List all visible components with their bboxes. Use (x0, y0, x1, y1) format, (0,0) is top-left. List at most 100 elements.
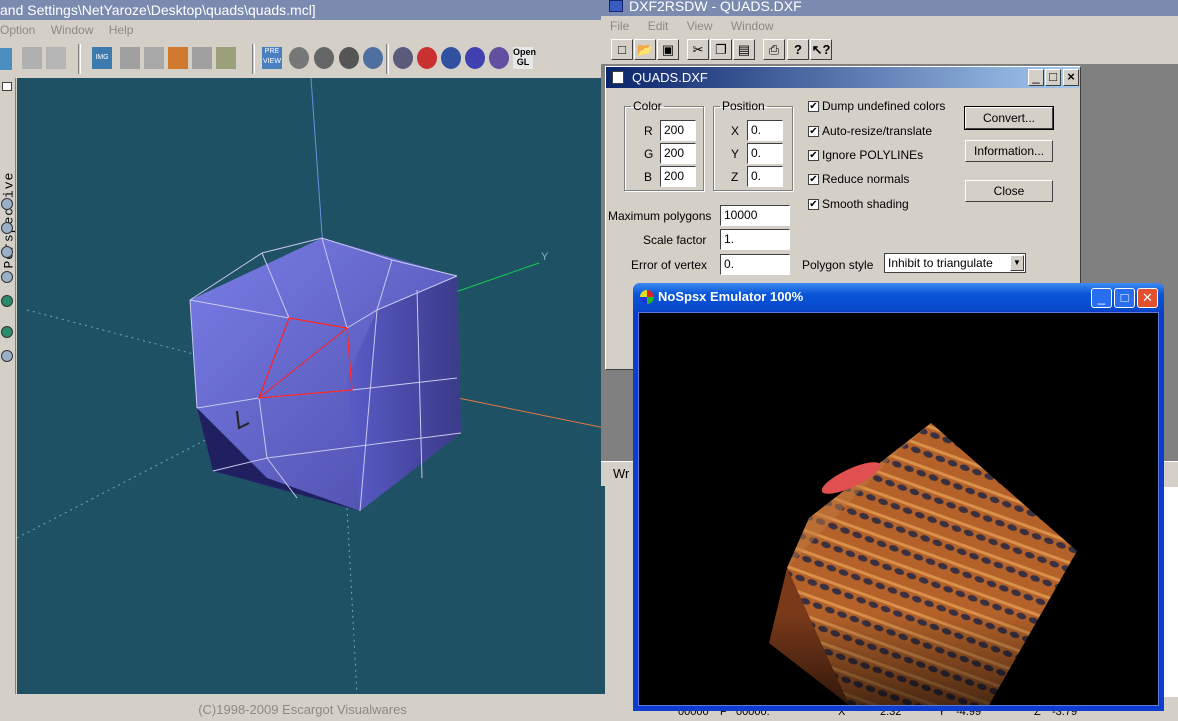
tool-remove-icon[interactable] (46, 47, 66, 69)
chevron-down-icon[interactable]: ▼ (1010, 255, 1024, 271)
convert-button[interactable]: Convert... (965, 107, 1053, 129)
tool-shape3-icon[interactable] (192, 47, 212, 69)
y-input[interactable]: 0. (747, 143, 783, 164)
help-icon[interactable]: ? (787, 39, 809, 60)
preview-icon[interactable]: PRE VIEW (262, 47, 282, 69)
tool-icon-1[interactable] (0, 48, 12, 70)
smooth-shading-label: Smooth shading (822, 197, 909, 211)
context-help-icon[interactable]: ↖? (810, 39, 832, 60)
modeler-menu-bar: Option Window Help (0, 20, 605, 40)
3d-viewport[interactable]: Y (16, 77, 606, 695)
cut-icon[interactable]: ✂ (687, 39, 709, 60)
smooth-shading-checkbox[interactable]: ✔ (808, 199, 819, 210)
close-button[interactable]: ✕ (1137, 288, 1158, 308)
b-input[interactable]: 200 (660, 166, 696, 187)
dump-undefined-colors-checkbox[interactable]: ✔ (808, 101, 819, 112)
view-maximize-icon[interactable] (2, 82, 12, 91)
wireframe-sphere-icon[interactable] (289, 47, 309, 69)
paste-icon[interactable]: ▤ (733, 39, 755, 60)
y-label: Y (731, 147, 740, 161)
save-icon[interactable]: ▣ (657, 39, 679, 60)
rendered-textured-cube (769, 423, 1089, 705)
auto-resize-label: Auto-resize/translate (822, 124, 933, 138)
sphere-icon-c[interactable] (441, 47, 461, 69)
maximize-button[interactable]: □ (1114, 288, 1135, 308)
view-icon-4[interactable] (1, 271, 13, 283)
print-icon[interactable]: ⎙ (763, 39, 785, 60)
menu-window[interactable]: Window (731, 19, 774, 33)
sphere-icon-d[interactable] (465, 47, 485, 69)
menu-file[interactable]: File (610, 19, 629, 33)
max-polygons-input[interactable]: 10000 (720, 205, 790, 226)
sphere-icon-a[interactable] (393, 47, 413, 69)
z-axis-line (310, 77, 324, 249)
close-button[interactable]: × (1063, 69, 1079, 86)
emulator-title: NoSpsx Emulator 100% (658, 289, 804, 304)
x-label: X (731, 124, 740, 138)
view-icon-3[interactable] (1, 246, 13, 258)
emulator-screen[interactable] (638, 312, 1159, 706)
polygon-style-select[interactable]: Inhibit to triangulate ▼ (884, 253, 1026, 273)
modeler-status-bar: (C)1998-2009 Escargot Visualwares (198, 702, 407, 717)
maximize-button[interactable]: □ (1045, 69, 1061, 86)
scale-factor-input[interactable]: 1. (720, 229, 790, 250)
dump-undefined-colors-label: Dump undefined colors (822, 99, 946, 113)
error-of-vertex-label: Error of vertex (631, 258, 708, 272)
sphere-icon-e[interactable] (489, 47, 509, 69)
view-icon-7[interactable] (1, 350, 13, 362)
copy-icon[interactable]: ❐ (710, 39, 732, 60)
g-label: G (644, 147, 654, 161)
grid-line (346, 507, 358, 695)
toolbar-separator (252, 44, 255, 74)
error-of-vertex-input[interactable]: 0. (720, 254, 790, 275)
z-input[interactable]: 0. (747, 166, 783, 187)
img-icon[interactable]: IMG (92, 47, 112, 69)
menu-view[interactable]: View (687, 19, 713, 33)
dxf-title: DXF2RSDW - QUADS.DXF (629, 0, 802, 14)
menu-option[interactable]: Option (0, 23, 35, 37)
color-legend: Color (633, 99, 662, 113)
tool-add-icon[interactable] (22, 47, 42, 69)
opengl-icon[interactable]: Open GL (513, 47, 536, 69)
view-icon-6[interactable] (1, 326, 13, 338)
dxf-title-bar[interactable]: DXF2RSDW - QUADS.DXF (601, 0, 1178, 16)
y-axis-label: Y (541, 251, 549, 263)
pencil-icon[interactable] (216, 47, 236, 69)
view-side-toolbar: Perspective (0, 78, 17, 694)
shaded-sphere-icon[interactable] (363, 47, 383, 69)
view-icon-2[interactable] (1, 222, 13, 234)
information-button[interactable]: Information... (965, 140, 1053, 162)
close-dialog-button[interactable]: Close (965, 180, 1053, 202)
modeler-title-bar[interactable]: and Settings\NetYaroze\Desktop\quads\qua… (0, 0, 605, 20)
document-icon (612, 71, 624, 84)
tool-shape2-icon[interactable] (144, 47, 164, 69)
emulator-title-bar[interactable]: NoSpsx Emulator 100% (633, 283, 1164, 311)
view-icon-1[interactable] (1, 198, 13, 210)
wireframe-sphere2-icon[interactable] (314, 47, 334, 69)
sphere-icon-b[interactable] (417, 47, 437, 69)
bottom-text: Wr (613, 466, 630, 481)
quads-title-bar[interactable]: QUADS.DXF (606, 67, 1080, 88)
x-input[interactable]: 0. (747, 120, 783, 141)
minimize-button[interactable]: _ (1091, 288, 1112, 308)
wireframe-sphere3-icon[interactable] (339, 47, 359, 69)
tool-paint-icon[interactable] (168, 47, 188, 69)
reduce-normals-checkbox[interactable]: ✔ (808, 174, 819, 185)
new-icon[interactable]: □ (611, 39, 633, 60)
menu-edit[interactable]: Edit (648, 19, 669, 33)
menu-window[interactable]: Window (51, 23, 94, 37)
view-icon-5[interactable] (1, 295, 13, 307)
ignore-polylines-checkbox[interactable]: ✔ (808, 150, 819, 161)
minimize-button[interactable]: _ (1028, 69, 1044, 86)
open-icon[interactable]: 📂 (634, 39, 656, 60)
toolbar-separator (78, 44, 81, 74)
scale-factor-label: Scale factor (643, 233, 707, 247)
g-input[interactable]: 200 (660, 143, 696, 164)
auto-resize-checkbox[interactable]: ✔ (808, 126, 819, 137)
menu-help[interactable]: Help (109, 23, 134, 37)
y-axis-line (446, 262, 540, 296)
r-input[interactable]: 200 (660, 120, 696, 141)
z-label: Z (731, 170, 739, 184)
max-polygons-label: Maximum polygons (608, 209, 712, 223)
tool-shape-icon[interactable] (120, 47, 140, 69)
